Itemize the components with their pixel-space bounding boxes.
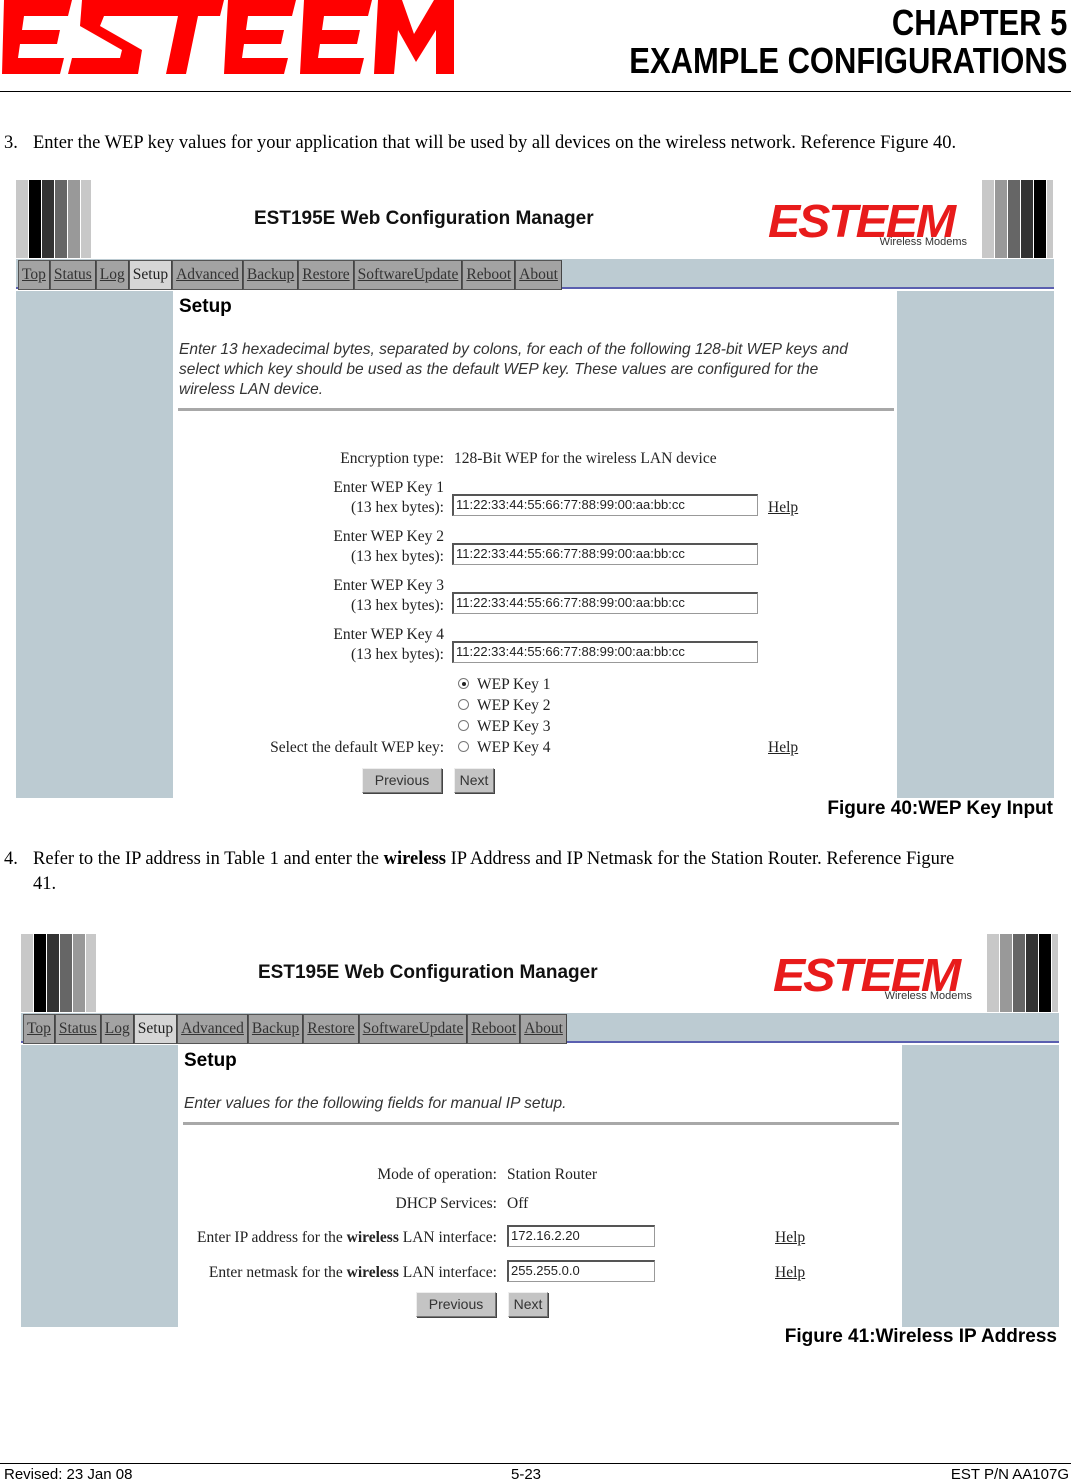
radio-wep-key-2[interactable]: WEP Key 2 [458,697,550,715]
encryption-type-value: 128-Bit WEP for the wireless LAN device [454,450,717,467]
label-text: LAN interface: [398,1264,497,1281]
radio-wep-key-1[interactable]: WEP Key 1 [458,676,550,694]
dhcp-services-value: Off [507,1195,529,1212]
mode-of-operation-label: Mode of operation: [377,1166,497,1183]
step-number: 3. [4,133,18,153]
help-link-wep-key[interactable]: Help [768,499,798,517]
help-link-netmask[interactable]: Help [775,1264,805,1282]
page-footer: Revised: 23 Jan 08 5-23 EST P/N AA107G [0,1463,1071,1482]
netmask-input[interactable]: 255.255.0.0 [507,1260,655,1282]
radio-wep-key-4[interactable]: WEP Key 4 [458,739,550,757]
wep-key-4-input[interactable]: 11:22:33:44:55:66:77:88:99:00:aa:bb:cc [452,641,758,663]
radio-label: WEP Key 3 [477,718,551,735]
page-number: 5-23 [511,1466,542,1482]
chapter-title: CHAPTER 5 EXAMPLE CONFIGURATIONS [629,4,1067,80]
encryption-type-label: Encryption type: [340,450,444,467]
wep-key-2-sublabel: (13 hex bytes): [351,548,444,565]
step-text-bold: wireless [383,849,446,869]
radio-label: WEP Key 2 [477,697,551,714]
ip-form: Mode of operation: Station Router DHCP S… [21,934,1059,1327]
wep-key-3-sublabel: (13 hex bytes): [351,597,444,614]
figure-41-caption: Figure 41:Wireless IP Address [784,1326,1057,1347]
default-key-label: Select the default WEP key: [270,739,444,756]
part-number: EST P/N AA107G [950,1466,1069,1482]
radio-label: WEP Key 1 [477,676,551,693]
wep-form: Encryption type: 128-Bit WEP for the wir… [16,180,1054,798]
wep-key-4-label: Enter WEP Key 4 [333,626,444,643]
previous-button[interactable]: Previous [416,1292,496,1317]
help-link-default-key[interactable]: Help [768,739,798,757]
chapter-number: CHAPTER 5 [891,2,1067,43]
esteem-logo [2,0,454,74]
label-text: Enter netmask for the [208,1264,347,1281]
previous-button[interactable]: Previous [362,768,442,793]
radio-wep-key-3[interactable]: WEP Key 3 [458,718,550,736]
figure-40-screenshot: EST195E Web Configuration Manager ESTEEM… [16,180,1054,798]
radio-icon [458,699,469,710]
page-header: CHAPTER 5 EXAMPLE CONFIGURATIONS [0,0,1071,92]
wep-key-1-input[interactable]: 11:22:33:44:55:66:77:88:99:00:aa:bb:cc [452,494,758,516]
chapter-name: EXAMPLE CONFIGURATIONS [628,40,1067,81]
wep-key-1-sublabel: (13 hex bytes): [351,499,444,516]
label-text: Enter IP address for the [196,1229,347,1246]
wep-key-2-input[interactable]: 11:22:33:44:55:66:77:88:99:00:aa:bb:cc [452,543,758,565]
label-text-bold: wireless [346,1229,399,1246]
ip-address-input[interactable]: 172.16.2.20 [507,1225,655,1247]
revised-date: Revised: 23 Jan 08 [4,1466,133,1482]
wep-key-1-label: Enter WEP Key 1 [333,479,444,496]
wep-key-3-input[interactable]: 11:22:33:44:55:66:77:88:99:00:aa:bb:cc [452,592,758,614]
dhcp-services-label: DHCP Services: [395,1195,497,1212]
radio-icon [458,720,469,731]
step-4: 4. Refer to the IP address in Table 1 and… [4,847,1064,897]
radio-icon [458,741,469,752]
label-text-bold: wireless [346,1264,399,1281]
figure-41-screenshot: EST195E Web Configuration Manager ESTEEM… [21,934,1059,1327]
figure-40-caption: Figure 40:WEP Key Input [827,798,1053,819]
step-text: Enter the WEP key values for your applic… [33,133,957,153]
help-link-ip-address[interactable]: Help [775,1229,805,1247]
radio-label: WEP Key 4 [477,739,551,756]
label-text: LAN interface: [398,1229,497,1246]
next-button[interactable]: Next [454,768,494,793]
next-button[interactable]: Next [508,1292,548,1317]
step-text: Refer to the IP address in Table 1 and e… [33,849,384,869]
wep-key-2-label: Enter WEP Key 2 [333,528,444,545]
step-text-continued: 41. [33,874,57,894]
mode-of-operation-value: Station Router [507,1166,597,1183]
wep-key-4-sublabel: (13 hex bytes): [351,646,444,663]
wep-key-3-label: Enter WEP Key 3 [333,577,444,594]
step-text: IP Address and IP Netmask for the Statio… [445,849,955,869]
step-3: 3. Enter the WEP key values for your appl… [4,131,956,156]
step-number: 4. [4,849,18,869]
radio-selected-icon [458,678,469,689]
ip-address-label: Enter IP address for the wireless LAN in… [197,1229,497,1247]
netmask-label: Enter netmask for the wireless LAN inter… [209,1264,497,1282]
